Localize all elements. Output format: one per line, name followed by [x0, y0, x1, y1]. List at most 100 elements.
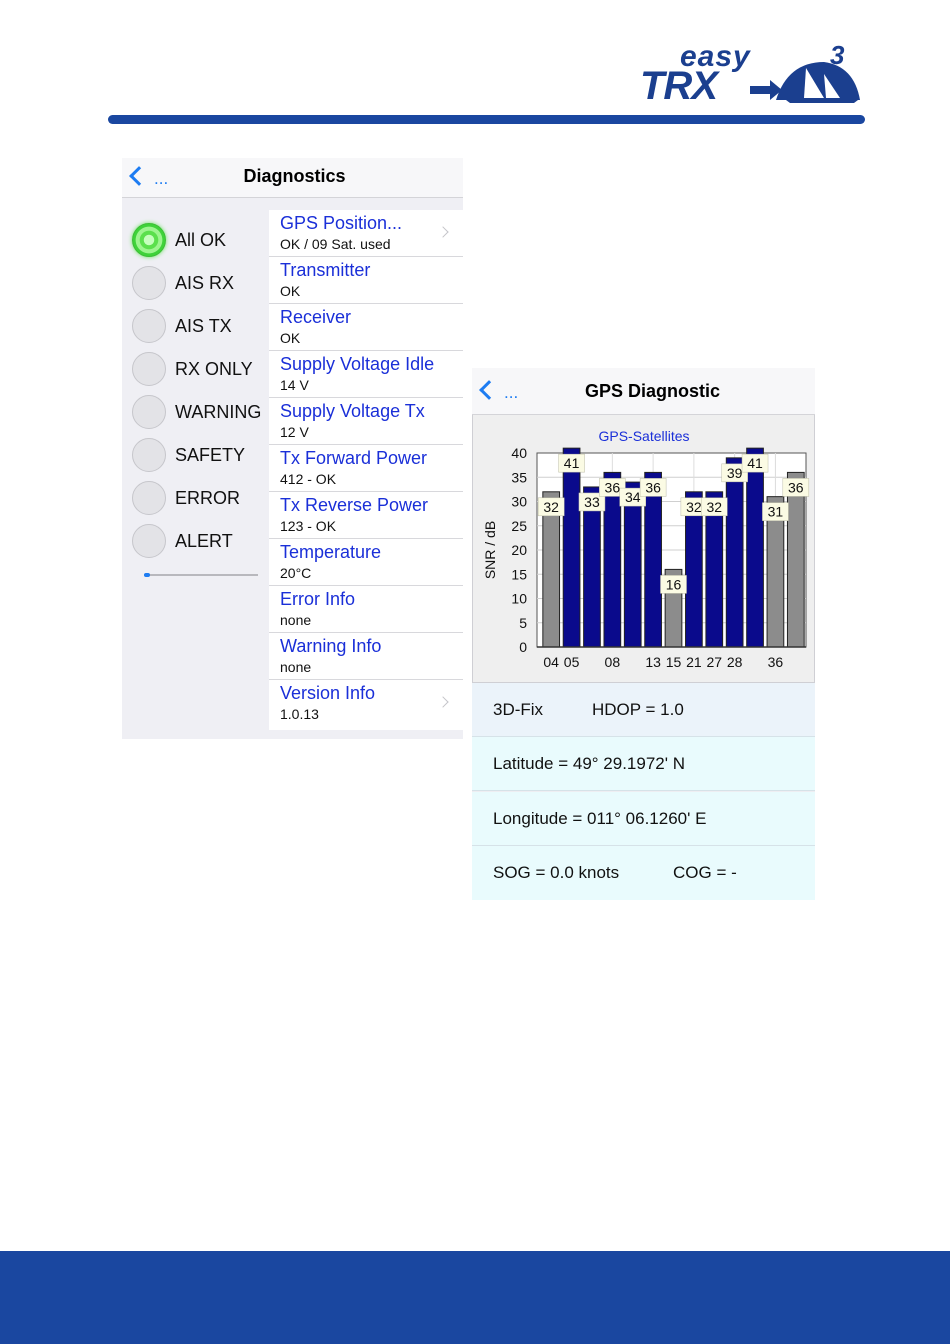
list-item-title: Receiver [280, 307, 352, 327]
list-item-value: none [280, 612, 312, 628]
list-item-value: OK [280, 330, 301, 346]
label-text: 31 [768, 504, 784, 520]
list-item-value: none [280, 659, 312, 675]
fix-status: 3D-Fix [493, 700, 544, 719]
bar-value-label: 36 [639, 478, 667, 497]
status-led-icon [132, 395, 166, 429]
bar-value-label: 16 [660, 575, 687, 594]
label-text: 34 [625, 489, 641, 505]
gps-info-list: 3D-Fix HDOP = 1.0 Latitude = 49° 29.1972… [472, 683, 815, 900]
list-item-tx-reverse-power: Tx Reverse Power 123 - OK [269, 492, 463, 539]
sailboat-icon [750, 62, 860, 103]
latitude-value: Latitude = 49° 29.1972' N [493, 754, 685, 773]
list-item-supply-voltage-tx: Supply Voltage Tx 12 V [269, 398, 463, 445]
list-item-value: 14 V [280, 377, 309, 393]
list-item-value: 123 - OK [280, 518, 337, 534]
longitude-value: Longitude = 011° 06.1260' E [493, 809, 707, 828]
gps-nav-bar: ... GPS Diagnostic [472, 368, 815, 415]
list-item-value: 12 V [280, 424, 309, 440]
led-row-warning: WARNING [130, 393, 270, 433]
list-item-title: Supply Voltage Idle [280, 354, 435, 374]
list-item-title: Tx Forward Power [280, 448, 428, 468]
list-item-value: 1.0.13 [280, 706, 319, 722]
led-row-alert: ALERT [130, 522, 270, 562]
gps-page-title: GPS Diagnostic [584, 381, 721, 401]
list-item-temperature: Temperature 20°C [269, 539, 463, 586]
satellite-snr-chart: GPS-SatellitesSNR / dB051015202530354032… [482, 428, 810, 670]
x-tick-label: 08 [605, 654, 621, 670]
chevron-right-icon [437, 226, 449, 238]
hdop-value: HDOP = 1.0 [592, 700, 684, 719]
list-item-title: Temperature [280, 542, 382, 562]
led-row-safety: SAFETY [130, 436, 270, 476]
x-tick-label: 15 [666, 654, 682, 670]
bar-value-label: 41 [741, 453, 769, 473]
led-label: ALERT [175, 531, 233, 551]
footer-bar [0, 1251, 950, 1344]
x-tick-label: 04 [543, 654, 559, 670]
cog-value: COG = - [673, 863, 737, 882]
gps-diagnostic-screen: ... GPS Diagnostic GPS-Satellites SNR / d… [472, 368, 815, 900]
satellite-bar [644, 471, 662, 648]
list-item-warning-info: Warning Info none [269, 633, 463, 680]
y-tick-label: 10 [511, 591, 527, 607]
led-label: AIS TX [175, 316, 232, 336]
x-tick-label: 27 [706, 654, 722, 670]
list-item-title: Warning Info [280, 636, 382, 656]
y-tick-label: 25 [511, 518, 527, 534]
sog-value: SOG = 0.0 knots [493, 863, 620, 882]
x-tick-label: 21 [686, 654, 702, 670]
y-tick-label: 0 [519, 639, 527, 655]
label-text: 32 [706, 499, 722, 515]
latitude-row: Latitude = 49° 29.1972' N [472, 737, 815, 791]
label-text: 33 [584, 494, 600, 510]
list-item-transmitter: Transmitter OK [269, 257, 463, 304]
status-led-icon [132, 352, 166, 386]
satellite-bar [725, 457, 744, 648]
fix-row: 3D-Fix HDOP = 1.0 [472, 683, 815, 737]
led-label: All OK [175, 230, 227, 250]
list-item-title: GPS Position... [280, 213, 403, 233]
diagnostics-nav-bar: ... Diagnostics [122, 158, 463, 198]
led-row-all-ok: All OK [130, 221, 270, 261]
status-led-icon [132, 223, 166, 257]
bar-value-label: 31 [762, 502, 789, 521]
x-tick-label: 36 [768, 654, 784, 670]
label-text: 39 [727, 465, 743, 481]
list-item-value: OK / 09 Sat. used [280, 236, 391, 252]
label-text: 36 [605, 479, 621, 495]
activity-progress-bar [144, 573, 258, 577]
list-item-title: Supply Voltage Tx [280, 401, 425, 421]
sog-cog-row: SOG = 0.0 knots COG = - [472, 846, 815, 900]
list-item-error-info: Error Info none [269, 586, 463, 633]
gps-satellite-chart: GPS-Satellites SNR / dB 0 5 10 15 20 25 30 35 40 32… [472, 415, 815, 683]
y-tick-label: 20 [511, 542, 527, 558]
led-row-rx-only: RX ONLY [130, 350, 270, 390]
list-item-title: Tx Reverse Power [280, 495, 429, 515]
list-item-title: Error Info [280, 589, 356, 609]
y-tick-label: 15 [511, 566, 527, 582]
led-label: SAFETY [175, 445, 246, 465]
diagnostics-screen: ... Diagnostics All OK AIS RX AIS TX RX … [122, 158, 463, 739]
list-item-title: Version Info [280, 683, 376, 703]
led-label: RX ONLY [175, 359, 253, 379]
chart-title: GPS-Satellites [598, 428, 689, 444]
header-divider-bar [108, 115, 865, 124]
label-text: 36 [788, 479, 804, 495]
list-item-gps-position[interactable]: GPS Position... OK / 09 Sat. used [269, 210, 463, 257]
y-tick-label: 35 [511, 469, 527, 485]
list-item-title: Transmitter [280, 260, 371, 280]
easytrx3-logo: easy 3 TRX [636, 38, 868, 108]
led-row-ais-tx: AIS TX [130, 307, 270, 347]
bar-value-label: 41 [558, 453, 585, 473]
satellite-bar [603, 471, 622, 648]
list-item-receiver: Receiver OK [269, 304, 463, 351]
led-label: AIS RX [175, 273, 235, 293]
satellite-bar [623, 481, 642, 648]
led-label: ERROR [175, 488, 241, 508]
chevron-right-icon [437, 696, 449, 708]
satellite-bar [562, 447, 581, 648]
list-item-version-info[interactable]: Version Info 1.0.13 [269, 680, 463, 727]
y-tick-label: 30 [511, 494, 527, 510]
page-title: Diagnostics [243, 166, 346, 186]
